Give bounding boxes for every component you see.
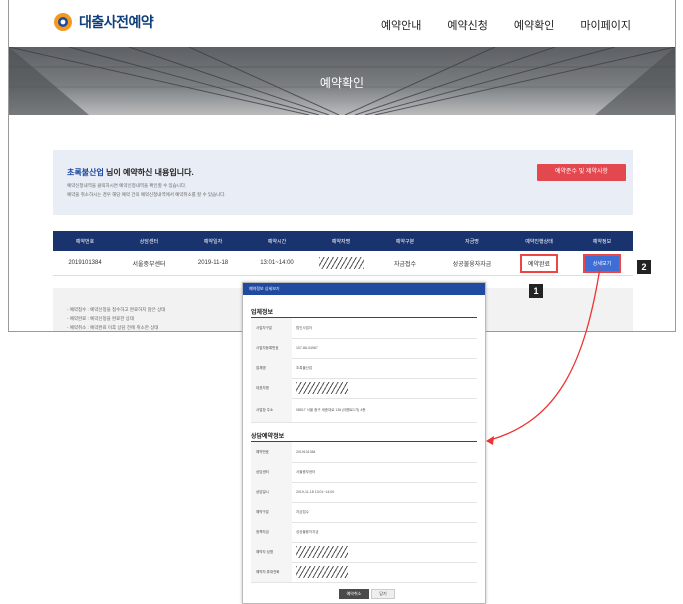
cell-number: 2019101384 xyxy=(68,260,102,266)
modal-title: 예약정보 상세보기 xyxy=(243,283,485,295)
info-row: 대표자명 xyxy=(251,378,477,399)
info-row: 예약자 성명 xyxy=(251,542,477,563)
info-row: 상담일시 2019-11-18 13:01~14:00 xyxy=(251,482,477,503)
logo-icon xyxy=(54,13,72,31)
nav-reservation-check[interactable]: 예약확인 xyxy=(514,17,554,33)
logo-text: 대출사전예약 xyxy=(79,14,154,30)
col-fund: 자금명 xyxy=(465,238,479,245)
cell-date: 2019-11-18 xyxy=(197,260,229,266)
legend-item-2: - 예약완료 : 예약신청을 완료한 상태 xyxy=(67,316,134,321)
notice-line-1: 예약신청내역을 클릭하시면 예약신청내역을 확인할 수 있습니다. xyxy=(67,183,187,188)
cell-name-redacted xyxy=(309,257,373,269)
info-row: 예약자 휴대전화 xyxy=(251,562,477,583)
col-center: 상담센터 xyxy=(139,238,159,245)
header: 대출사전예약 예약안내 예약신청 예약확인 마이페이지 xyxy=(9,0,675,47)
legend-item-1: - 예약접수 : 예약신청을 접수하고 완료하지 않은 상태 xyxy=(67,307,166,312)
col-status: 예약진행상태 xyxy=(525,238,553,245)
company-name: 초록불산업 xyxy=(67,168,104,177)
nav-mypage[interactable]: 마이페이지 xyxy=(580,17,631,33)
info-row: 업체명 초록불산업 xyxy=(251,358,477,379)
col-name: 예약자명 xyxy=(331,238,351,245)
notice-title: 초록불산업 님이 예약하신 내용입니다. xyxy=(67,167,194,178)
rules-button[interactable]: 예약준수 및 제약사항 xyxy=(537,164,626,181)
cell-info: 상세보기 xyxy=(571,253,633,273)
nav-reservation-guide[interactable]: 예약안내 xyxy=(381,17,421,33)
info-row: 사업장 주소 08517 서울 중구 세종대로 136 (태평로1가) 4층 xyxy=(251,398,477,423)
info-row: 예약번호 2019101384 xyxy=(251,442,477,463)
annotation-badge-2: 2 xyxy=(637,260,651,274)
detail-modal: 예약정보 상세보기 업체정보 사업자구분 법인사업자 사업자등록번호 107-86-… xyxy=(242,282,486,604)
legend-item-3: - 예약취소 : 예약완료 이후 상담 전에 취소한 상태 xyxy=(67,325,159,330)
reservation-notice: 초록불산업 님이 예약하신 내용입니다. 예약신청내역을 클릭하시면 예약신청내… xyxy=(53,150,633,215)
status-badge: 예약완료 xyxy=(519,253,559,273)
col-info: 예약정보 xyxy=(592,238,612,245)
cell-status: 예약완료 xyxy=(507,253,571,273)
col-type: 예약구분 xyxy=(395,238,415,245)
cell-fund: 성공불융자자금 xyxy=(452,261,492,268)
info-row: 예약구분 자금접수 xyxy=(251,502,477,523)
close-button[interactable]: 닫기 xyxy=(371,589,395,599)
cell-time: 13:01~14:00 xyxy=(260,260,294,266)
col-time: 예약시간 xyxy=(267,238,287,245)
cancel-reservation-button[interactable]: 예약취소 xyxy=(339,589,369,599)
notice-line-2: 예약을 취소하시는 경우 해당 예약 건의 예약신청내역에서 예약취소를 할 수… xyxy=(67,192,226,197)
logo[interactable]: 대출사전예약 xyxy=(53,12,154,32)
info-row: 상담센터 서울중부센터 xyxy=(251,462,477,483)
table-header: 예약번호 상담센터 예약일자 예약시간 예약자명 예약구분 자금명 예약진행상태… xyxy=(53,231,633,251)
redacted-value xyxy=(296,546,348,558)
redacted-name xyxy=(318,257,364,269)
redacted-value xyxy=(296,566,348,578)
info-row: 정책자금 성공불융자자금 xyxy=(251,522,477,543)
info-row: 사업자등록번호 107-86-04967 xyxy=(251,338,477,359)
cell-center: 서울중부센터 xyxy=(132,261,166,268)
page-title: 예약확인 xyxy=(319,76,365,90)
redacted-value xyxy=(296,382,348,394)
table-row[interactable]: 2019101384 서울중부센터 2019-11-18 13:01~14:00… xyxy=(53,251,633,276)
section-reservation-title: 상담예약정보 xyxy=(251,434,285,440)
col-number: 예약번호 xyxy=(75,238,95,245)
main-nav: 예약안내 예약신청 예약확인 마이페이지 xyxy=(381,17,631,33)
nav-reservation-apply[interactable]: 예약신청 xyxy=(447,17,487,33)
info-row: 사업자구분 법인사업자 xyxy=(251,318,477,339)
col-date: 예약일자 xyxy=(203,238,223,245)
notice-title-rest: 님이 예약하신 내용입니다. xyxy=(103,168,194,177)
annotation-badge-1: 1 xyxy=(529,284,543,298)
view-detail-button[interactable]: 상세보기 xyxy=(582,253,622,273)
hero-banner: 예약확인 xyxy=(9,47,675,115)
cell-type: 자금접수 xyxy=(393,261,417,268)
reservation-table: 예약번호 상담센터 예약일자 예약시간 예약자명 예약구분 자금명 예약진행상태… xyxy=(53,231,633,276)
section-company-title: 업체정보 xyxy=(251,310,274,316)
